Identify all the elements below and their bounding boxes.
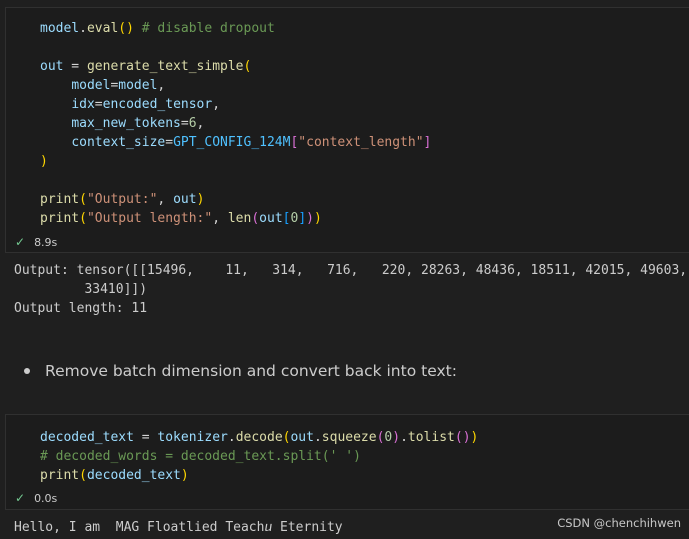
code-line: out = generate_text_simple( (40, 59, 252, 74)
code-editor-1[interactable]: model.eval() # disable dropout out = gen… (40, 19, 431, 228)
code-line: idx=encoded_tensor, (71, 97, 221, 112)
execution-time: 0.0s (34, 491, 58, 505)
watermark: CSDN @chenchihwen (557, 516, 681, 530)
cell-output-1: Output: tensor([[15496, 11, 314, 716, 22… (14, 261, 687, 318)
cell-output-2: Hello, I am MAG Floatlied Teachⴎ Eternit… (14, 518, 343, 537)
markdown-text: Remove batch dimension and convert back … (45, 362, 457, 380)
code-cell-1[interactable]: model.eval() # disable dropout out = gen… (5, 7, 689, 253)
code-line: print(decoded_text) (40, 468, 189, 483)
output-line: Hello, I am MAG Floatlied Teachⴎ Eternit… (14, 520, 343, 535)
output-line: Output length: 11 (14, 301, 148, 316)
checkmark-icon: ✓ (15, 491, 26, 505)
bullet-icon (24, 368, 30, 374)
code-line: decoded_text = tokenizer.decode(out.sque… (40, 430, 479, 445)
code-line: model.eval() # disable dropout (40, 21, 275, 36)
output-line: Output: tensor([[15496, 11, 314, 716, 22… (14, 263, 688, 278)
code-editor-2[interactable]: decoded_text = tokenizer.decode(out.sque… (40, 428, 478, 485)
code-line: context_size=GPT_CONFIG_124M["context_le… (71, 135, 432, 150)
execution-status-2: ✓ 0.0s (15, 491, 57, 505)
code-line: max_new_tokens=6, (71, 116, 205, 131)
markdown-cell: Remove batch dimension and convert back … (24, 362, 457, 380)
code-line: ) (40, 154, 48, 169)
output-line: 33410]]) (14, 282, 148, 297)
code-line: print("Output:", out) (40, 192, 205, 207)
code-line: model=model, (71, 78, 166, 93)
code-line: print("Output length:", len(out[0])) (40, 211, 322, 226)
code-line: # decoded_words = decoded_text.split(' '… (40, 449, 361, 464)
execution-status-1: ✓ 8.9s (15, 235, 57, 249)
execution-time: 8.9s (34, 235, 58, 249)
code-cell-2[interactable]: decoded_text = tokenizer.decode(out.sque… (5, 414, 689, 510)
checkmark-icon: ✓ (15, 235, 26, 249)
